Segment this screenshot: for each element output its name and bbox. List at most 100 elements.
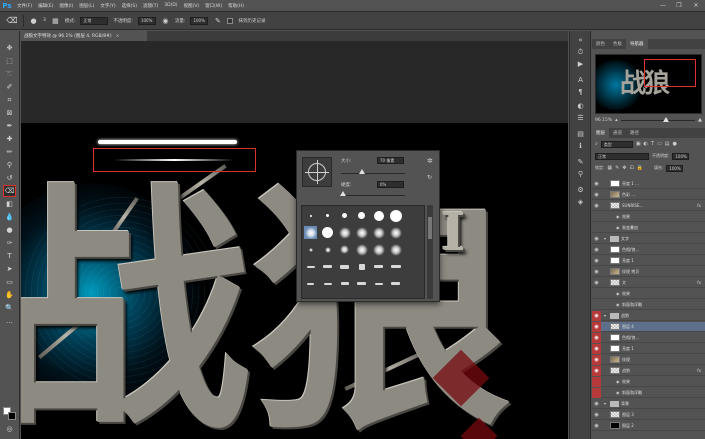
layer-opacity-field[interactable]: 100% [672, 152, 690, 160]
brush-preset[interactable] [304, 277, 317, 290]
filter-adjustment-icon[interactable]: ◐ [644, 141, 648, 147]
brush-size-field[interactable]: 70 像素 [377, 157, 404, 164]
tab-swatches[interactable]: 色板 [609, 39, 626, 49]
visibility-eye-icon[interactable]: ◉ [592, 410, 601, 420]
layer-effect-row[interactable]: ◉ 渐变叠加 [592, 223, 705, 233]
eraser-tool-icon[interactable]: ⌫ [3, 185, 16, 197]
canvas-workspace[interactable]: 战狼 I [21, 41, 568, 439]
brush-preset[interactable] [355, 243, 368, 256]
layer-fx-badge[interactable]: fx [697, 280, 701, 285]
brush-preset[interactable] [372, 226, 385, 239]
blend-mode-select[interactable]: 正常 [595, 152, 649, 160]
brush-preset[interactable] [355, 277, 368, 290]
eyedropper-tool-icon[interactable]: ✒ [4, 121, 15, 131]
layer-thumbnail[interactable] [610, 411, 620, 418]
eraser-tool-preset-icon[interactable]: ⌫ [6, 15, 18, 27]
layer-thumbnail[interactable] [610, 323, 620, 330]
preset-scrollbar-thumb[interactable] [428, 217, 432, 239]
lock-position-icon[interactable]: ✥ [622, 165, 626, 171]
tab-color[interactable]: 颜色 [592, 39, 609, 49]
move-tool-icon[interactable]: ✥ [4, 43, 15, 53]
brush-preset[interactable] [355, 260, 368, 273]
blur-tool-icon[interactable]: 💧 [4, 212, 15, 222]
menu-item[interactable]: 窗口(W) [202, 3, 225, 9]
brush-preset[interactable] [338, 209, 351, 222]
menu-item[interactable]: 图层(L) [76, 3, 97, 9]
marquee-tool-icon[interactable]: ⬚ [4, 56, 15, 66]
color-swatches[interactable] [3, 407, 17, 421]
history-brush-tool-icon[interactable]: ↺ [4, 173, 15, 183]
layer-row[interactable]: ◉ 纹理 [592, 354, 705, 365]
brush-preset[interactable] [304, 209, 317, 222]
brush-preset[interactable] [372, 260, 385, 273]
layers-list[interactable]: ◉ 亮度 1 ... ◉ 色彩 ... ◉ SUNRISE... fx ◉ 效果 ◉ 渐变叠加 ◉ ▾ 文… [592, 179, 705, 439]
layer-fill-field[interactable]: 100% [666, 164, 684, 172]
layer-effect-row[interactable]: ◉ 效果 [592, 212, 705, 222]
layer-effect-row[interactable]: ◉ 效果 [592, 376, 705, 387]
zoom-out-icon[interactable]: ▴ [615, 117, 618, 123]
type-tool-icon[interactable]: T [4, 251, 15, 261]
brush-preset[interactable] [338, 260, 351, 273]
brush-preset[interactable] [338, 277, 351, 290]
layer-thumbnail[interactable] [610, 279, 620, 286]
layer-thumbnail[interactable] [610, 257, 620, 264]
layer-row[interactable]: ◉ 亮度 1 ... [592, 179, 705, 189]
character-icon[interactable]: A [575, 75, 586, 85]
brush-preset[interactable] [321, 226, 334, 239]
brush-panel-toggle-icon[interactable]: ▦ [51, 16, 60, 25]
layer-thumbnail[interactable] [610, 268, 620, 275]
brush-panel-icon[interactable]: ✎ [575, 157, 586, 167]
reset-angle-icon[interactable]: ↻ [427, 174, 432, 181]
healing-brush-tool-icon[interactable]: ✚ [4, 134, 15, 144]
zoom-slider[interactable] [620, 116, 696, 122]
close-button[interactable]: ✕ [688, 0, 704, 11]
properties-icon[interactable]: ☰ [575, 113, 586, 123]
brush-preset[interactable] [338, 243, 351, 256]
lock-pixels-icon[interactable]: ✎ [615, 165, 619, 171]
visibility-eye-icon[interactable] [592, 387, 601, 398]
visibility-eye-icon[interactable]: ◉ [592, 234, 601, 244]
brush-preset[interactable] [321, 277, 334, 290]
layer-row[interactable]: ◉ 文 fx [592, 278, 705, 288]
layer-effect-row[interactable]: ◉ 斜面和浮雕 [592, 387, 705, 398]
tab-channels[interactable]: 通道 [609, 128, 626, 138]
visibility-eye-icon[interactable] [592, 223, 601, 233]
history-icon[interactable]: ⏱ [575, 47, 586, 57]
info-icon[interactable]: ℹ [575, 141, 586, 151]
brush-preset[interactable] [389, 226, 402, 239]
clone-source-icon[interactable]: ⚲ [575, 169, 586, 179]
visibility-eye-icon[interactable]: ◉ [592, 354, 601, 365]
quick-mask-icon[interactable]: ◎ [4, 424, 15, 434]
layer-row[interactable]: ◉ 图层 4 [592, 321, 705, 332]
crop-tool-icon[interactable]: ⌗ [4, 95, 15, 105]
preset-scrollbar[interactable] [427, 205, 433, 299]
visibility-eye-icon[interactable]: ◉ [592, 278, 601, 288]
brush-preset[interactable] [355, 209, 368, 222]
navigator-view-box[interactable] [644, 59, 696, 87]
tab-navigator[interactable]: 导航器 [626, 39, 648, 49]
hand-tool-icon[interactable]: ✋ [4, 290, 15, 300]
pen-tool-icon[interactable]: ✑ [4, 238, 15, 248]
pressure-opacity-icon[interactable]: ◉ [161, 16, 170, 25]
layer-thumbnail[interactable] [610, 202, 620, 209]
collapse-panels-icon[interactable]: « [575, 35, 586, 45]
layer-fx-badge[interactable]: fx [697, 368, 701, 373]
menu-item[interactable]: 文件(F) [14, 3, 35, 9]
visibility-eye-icon[interactable] [592, 300, 601, 310]
layer-thumbnail[interactable] [610, 334, 620, 341]
layer-thumbnail[interactable] [610, 180, 620, 187]
layer-fx-badge[interactable]: fx [697, 203, 701, 208]
frame-tool-icon[interactable]: ⊠ [4, 108, 15, 118]
menu-item[interactable]: 选择(S) [119, 3, 140, 9]
menu-item[interactable]: 滤镜(T) [140, 3, 161, 9]
layer-group[interactable]: ◉ ▾ 文字 [592, 234, 705, 244]
3d-panel-icon[interactable]: ◈ [575, 197, 586, 207]
layer-row[interactable]: ◉ 色彩 ... [592, 190, 705, 200]
layer-effect-row[interactable]: ◉ 斜面和浮雕 [592, 300, 705, 310]
layer-row[interactable]: ◉ 图层 2 [592, 421, 705, 431]
brush-preset[interactable] [355, 226, 368, 239]
navigator-preview[interactable]: 战狼 [595, 54, 702, 114]
brush-preset-list[interactable] [301, 205, 425, 299]
layer-thumbnail[interactable] [610, 246, 620, 253]
lock-transparency-icon[interactable]: ▦ [607, 165, 612, 171]
